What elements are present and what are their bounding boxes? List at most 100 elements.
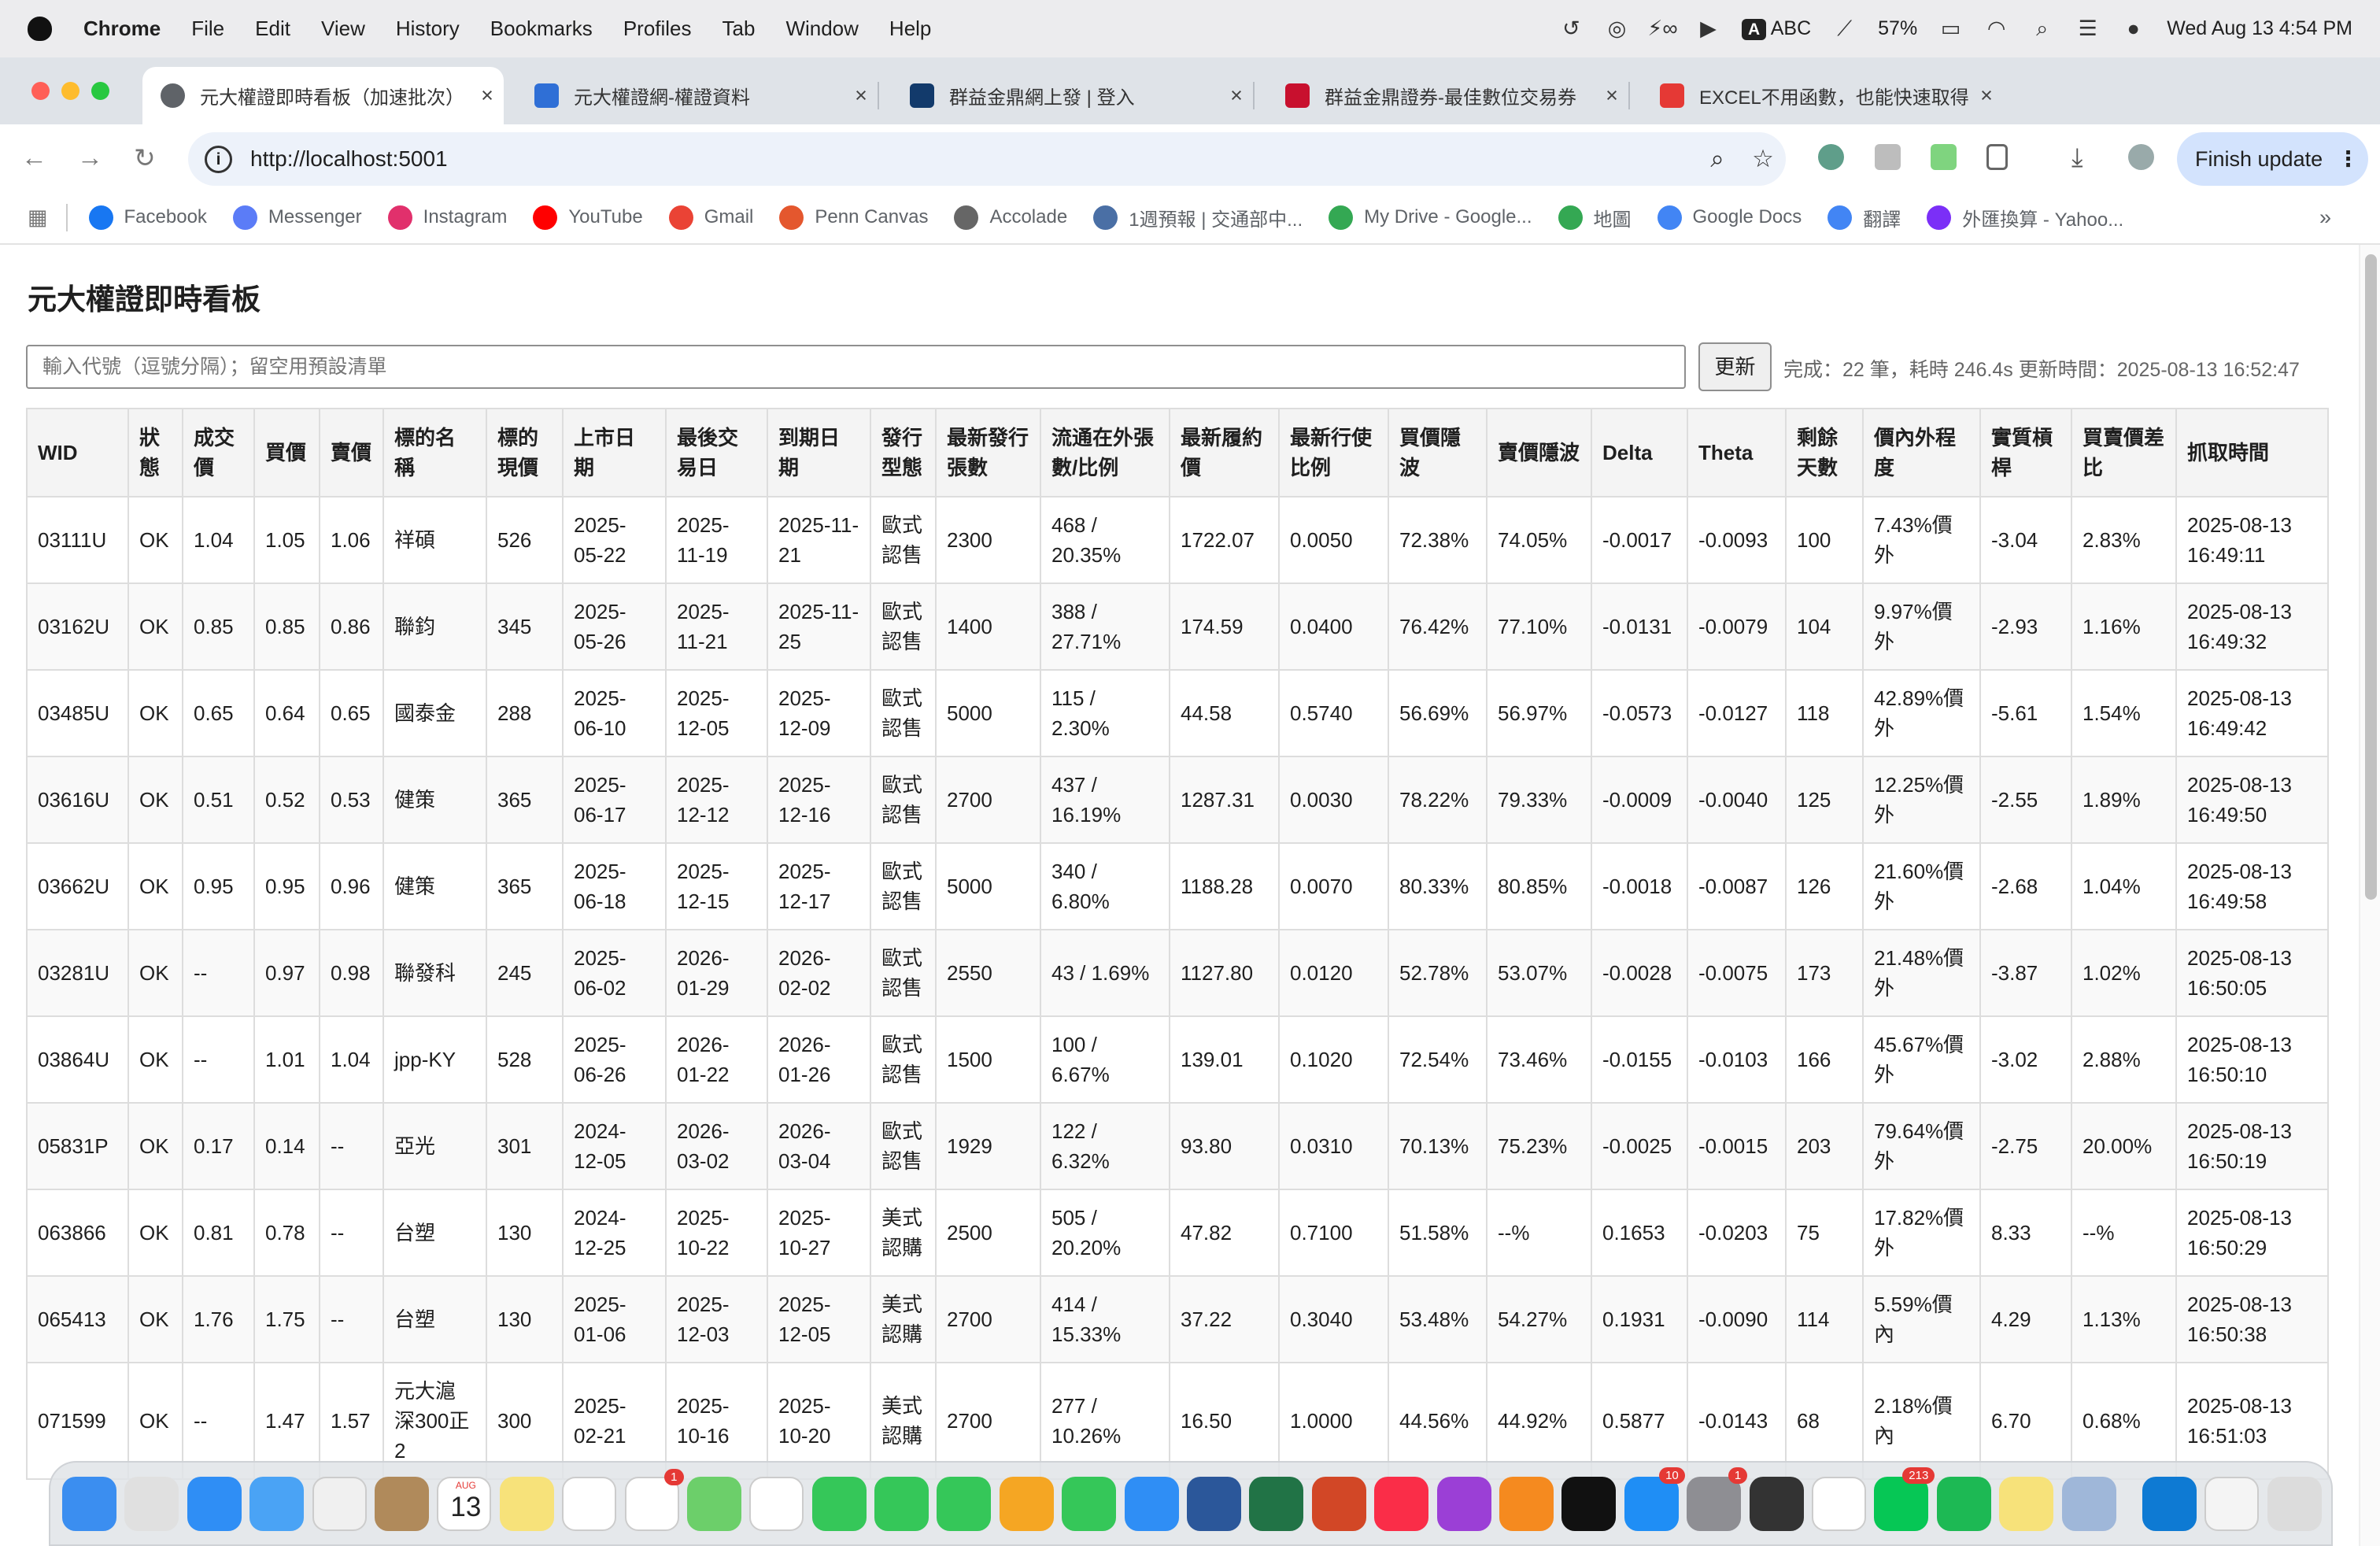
dock-chrome-icon[interactable] (1811, 1476, 1866, 1531)
bookmark-item[interactable]: 1週預報 | 交通部中... (1093, 204, 1303, 231)
input-source[interactable]: A ABC (1741, 17, 1811, 40)
extension-icon[interactable] (1931, 144, 1957, 170)
finish-update-button[interactable]: Finish update ⋮ (2177, 132, 2368, 186)
browser-tab[interactable]: 元大權證網-權證資料 × (516, 67, 879, 124)
close-tab-icon[interactable]: × (844, 83, 878, 108)
wid-search-input[interactable]: 輸入代號（逗號分隔）；留空用預設清單 (26, 345, 1686, 389)
dock-finder-icon[interactable] (62, 1476, 116, 1531)
dock-messages-icon[interactable] (874, 1476, 929, 1531)
more-menu-icon[interactable]: ⋮ (2338, 147, 2359, 172)
battery-percent[interactable]: 57% (1878, 17, 1917, 40)
bookmark-item[interactable]: Messenger (232, 205, 362, 230)
dock-mail-icon[interactable] (249, 1476, 305, 1531)
bookmark-item[interactable]: 地圖 (1558, 204, 1632, 231)
dock-find-my-icon[interactable] (937, 1476, 992, 1531)
close-tab-icon[interactable]: × (1970, 83, 2003, 108)
menu-app-name[interactable]: Chrome (83, 17, 161, 41)
dock-preview-icon[interactable] (2061, 1476, 2116, 1531)
browser-tab[interactable]: 群益金鼎證券-最佳數位交易券 × (1267, 67, 1630, 124)
dock-contacts-icon[interactable] (374, 1476, 429, 1531)
dock-trash-icon[interactable] (2267, 1476, 2322, 1531)
dock-app-icon[interactable] (312, 1476, 367, 1531)
downloads-icon[interactable]: ⤓ (2071, 142, 2083, 173)
dock-facetime-icon[interactable] (811, 1476, 867, 1531)
bookmark-item[interactable]: YouTube (533, 205, 643, 230)
dock-excel-icon[interactable] (1249, 1476, 1304, 1531)
site-info-icon[interactable]: i (205, 145, 232, 173)
dock-documents-icon[interactable] (2204, 1476, 2260, 1531)
dock-photos-icon[interactable] (749, 1476, 804, 1531)
dock-numbers-icon[interactable] (1062, 1476, 1117, 1531)
battery-icon[interactable]: ▭ (1938, 17, 1963, 41)
close-tab-icon[interactable]: × (1220, 83, 1253, 108)
bookmark-item[interactable]: My Drive - Google... (1329, 205, 1532, 230)
airdrop-icon[interactable]: ◎ (1605, 17, 1629, 41)
mute-icon[interactable]: ⟋ (1832, 17, 1857, 41)
dock-system-settings-icon[interactable]: 1 (1687, 1466, 1748, 1531)
dock-powerpoint-icon[interactable] (1311, 1476, 1366, 1531)
dock-launchpad-icon[interactable] (124, 1476, 179, 1531)
menu-window[interactable]: Window (785, 17, 858, 41)
browser-tab[interactable]: 群益金鼎網上發 | 登入 × (892, 67, 1255, 124)
dock-keynote-icon[interactable] (1124, 1476, 1179, 1531)
apps-grid-icon[interactable]: ▦ (28, 205, 48, 230)
dock-vscode-icon[interactable] (2142, 1476, 2197, 1531)
close-tab-icon[interactable]: × (471, 83, 504, 108)
menu-file[interactable]: File (191, 17, 224, 41)
play-icon[interactable]: ▶ (1696, 17, 1720, 41)
dock-safari-icon[interactable] (187, 1476, 242, 1531)
close-tab-icon[interactable]: × (1595, 83, 1628, 108)
dock-calendar-icon[interactable]: AUG 13 (437, 1476, 492, 1531)
bookmark-item[interactable]: 翻譯 (1828, 204, 1901, 231)
dock-pages-icon[interactable] (999, 1476, 1054, 1531)
browser-tab[interactable]: EXCEL不用函數，也能快速取得 × (1642, 67, 2003, 124)
bookmark-item[interactable]: Accolade (954, 205, 1067, 230)
dock-calculator-icon[interactable] (1749, 1476, 1804, 1531)
apple-menu-icon[interactable] (28, 17, 52, 41)
siri-icon[interactable]: ● (2121, 17, 2145, 41)
close-window-button[interactable] (31, 82, 50, 100)
bookmark-item[interactable]: Penn Canvas (779, 205, 928, 230)
bookmark-item[interactable]: Gmail (668, 205, 753, 230)
zoom-window-button[interactable] (91, 82, 109, 100)
bookmark-item[interactable]: 外匯換算 - Yahoo... (1927, 204, 2123, 231)
forward-button[interactable]: → (77, 142, 103, 172)
dock-maps-icon[interactable] (686, 1476, 741, 1531)
menu-history[interactable]: History (396, 17, 460, 41)
dock-books-icon[interactable] (1499, 1476, 1554, 1531)
menu-edit[interactable]: Edit (255, 17, 290, 41)
control-center-icon[interactable]: ☰ (2075, 17, 2100, 41)
dock-spotify-icon[interactable] (1936, 1476, 1991, 1531)
dock-notes-icon[interactable] (499, 1476, 554, 1531)
menu-tab[interactable]: Tab (722, 17, 756, 41)
dock-podcasts-icon[interactable] (1436, 1476, 1491, 1531)
bookmark-star-icon[interactable]: ☆ (1740, 145, 1786, 173)
menu-help[interactable]: Help (889, 17, 931, 41)
power-icon[interactable]: ⚡∞ (1647, 17, 1677, 41)
dock-reminders-icon[interactable]: 1 (624, 1468, 684, 1531)
more-bookmarks-chevron-icon[interactable]: » (2319, 205, 2331, 230)
dock-freeform-icon[interactable] (562, 1476, 617, 1531)
spotlight-search-icon[interactable]: ⌕ (2030, 17, 2054, 41)
dock-tv-icon[interactable] (1561, 1476, 1617, 1531)
zoom-magnifier-icon[interactable]: ⌕ (1694, 145, 1740, 174)
dock-music-icon[interactable] (1374, 1476, 1429, 1531)
wifi-icon[interactable]: ◠ (1984, 17, 2009, 41)
url-text[interactable]: http://localhost:5001 (250, 146, 1694, 172)
reload-button[interactable]: ↻ (134, 142, 156, 173)
dock-line-icon[interactable]: 213 (1874, 1466, 1935, 1531)
grammarly-extension-icon[interactable] (1818, 144, 1844, 170)
refresh-button[interactable]: 更新 (1698, 342, 1772, 391)
page-scrollbar[interactable] (2359, 245, 2380, 1546)
address-bar[interactable]: i http://localhost:5001 ⌕ ☆ (188, 132, 1786, 186)
dock-word-icon[interactable] (1187, 1476, 1242, 1531)
profile-avatar[interactable] (2128, 144, 2154, 170)
bookmark-item[interactable]: Google Docs (1657, 205, 1802, 230)
extensions-puzzle-icon[interactable] (1986, 144, 2008, 170)
menu-profiles[interactable]: Profiles (623, 17, 692, 41)
dock-stickies-icon[interactable] (1999, 1476, 2054, 1531)
bookmark-item[interactable]: Facebook (88, 205, 207, 230)
menu-bookmarks[interactable]: Bookmarks (490, 17, 593, 41)
minimize-window-button[interactable] (61, 82, 79, 100)
back-button[interactable]: ← (21, 142, 47, 172)
